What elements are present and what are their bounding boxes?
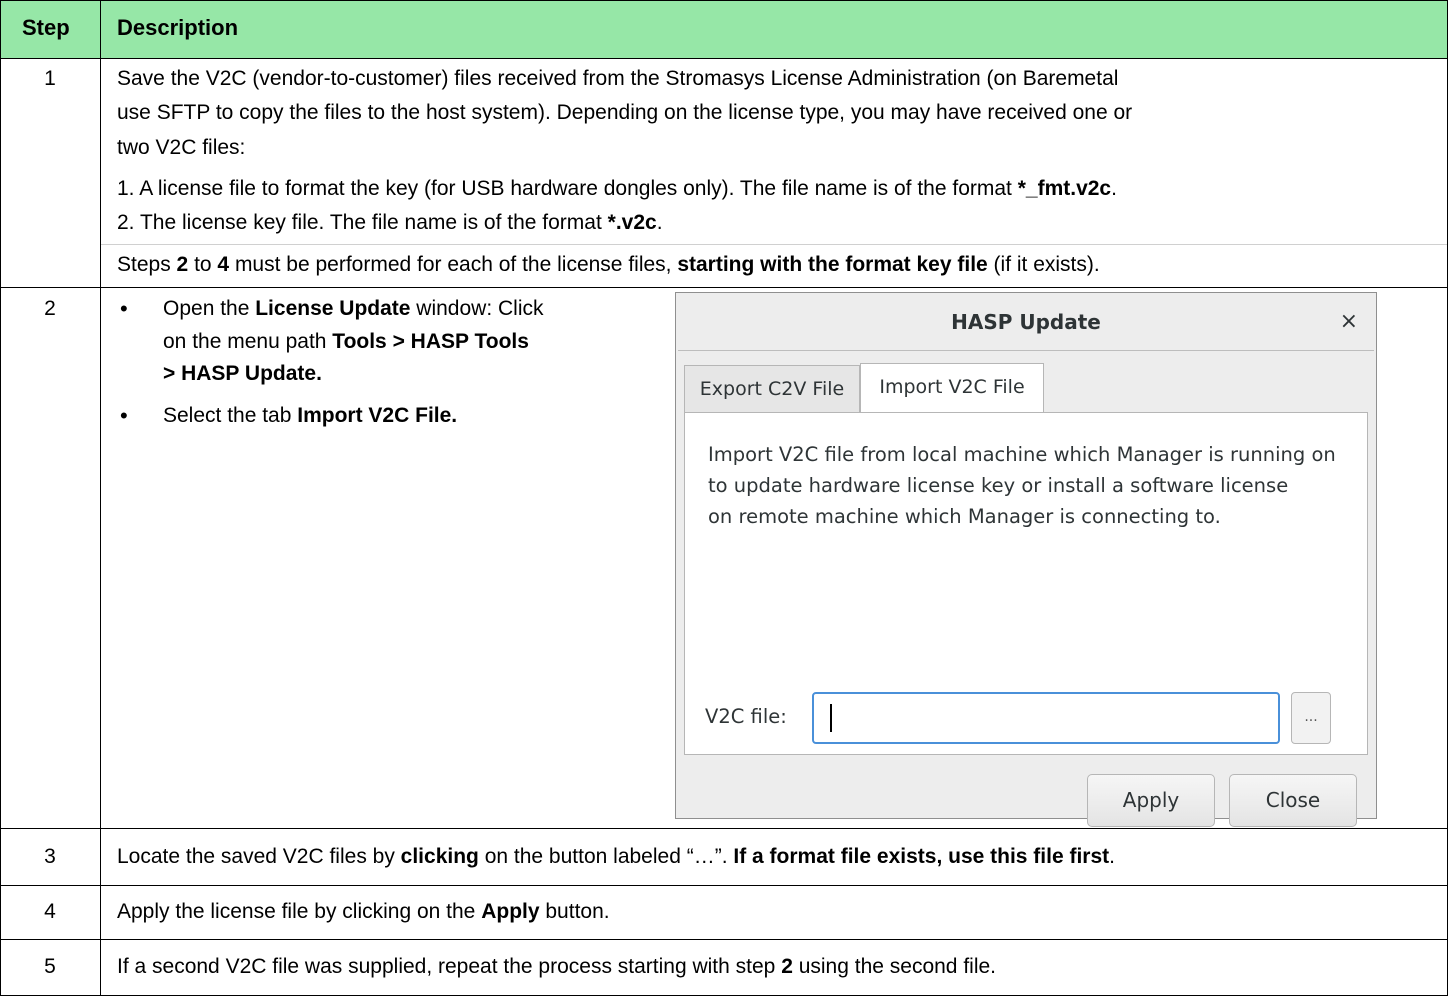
grid-line <box>0 287 1448 288</box>
step-2-bullet-1-line-1: Open the License Update window: Click <box>163 297 544 320</box>
step-1-line-1: Save the V2C (vendor-to-customer) files … <box>117 67 1119 90</box>
close-button[interactable]: Close <box>1229 774 1357 827</box>
step-2-bullet-2: Select the tab Import V2C File. <box>163 404 458 427</box>
browse-button[interactable]: ... <box>1291 692 1331 744</box>
apply-button[interactable]: Apply <box>1087 774 1215 827</box>
import-v2c-panel: Import V2C file from local machine which… <box>684 412 1368 755</box>
dialog-title: HASP Update <box>951 310 1101 334</box>
step-4-text: Apply the license file by clicking on th… <box>117 900 610 923</box>
step-1-line-3: two V2C files: <box>117 136 246 159</box>
step-2-bullet-1-line-3: > HASP Update. <box>163 362 322 385</box>
grid-line <box>100 0 101 996</box>
tab-export-c2v-file[interactable]: Export C2V File <box>684 365 860 413</box>
sub-divider <box>101 244 1447 245</box>
header-step: Step <box>22 15 70 40</box>
step-1-item-1: 1. A license file to format the key (for… <box>117 177 1117 200</box>
grid-line <box>0 0 1448 1</box>
panel-description-line-2: to update hardware license key or instal… <box>708 474 1289 497</box>
v2c-file-label: V2C file: <box>705 705 787 728</box>
grid-line <box>0 828 1448 829</box>
step-1-note: Steps 2 to 4 must be performed for each … <box>117 253 1100 276</box>
step-number: 2 <box>44 297 56 320</box>
title-separator <box>678 350 1374 351</box>
bullet-icon: • <box>120 296 128 321</box>
step-1-line-2: use SFTP to copy the files to the host s… <box>117 101 1133 124</box>
header-description: Description <box>117 15 239 40</box>
steps-table: Step Description 1 Save the V2C (vendor-… <box>0 0 1448 996</box>
panel-description-line-3: on remote machine which Manager is conne… <box>708 505 1221 528</box>
step-1-item-2: 2. The license key file. The file name i… <box>117 211 663 234</box>
panel-description-line-1: Import V2C file from local machine which… <box>708 443 1336 466</box>
bullet-icon: • <box>120 403 128 428</box>
tab-import-v2c-file[interactable]: Import V2C File <box>860 363 1044 413</box>
step-number: 5 <box>44 955 56 978</box>
step-number: 4 <box>44 900 56 923</box>
grid-line <box>0 58 1448 59</box>
step-number: 1 <box>44 67 56 90</box>
hasp-update-dialog: HASP Update × Export C2V File Import V2C… <box>675 292 1377 827</box>
step-3-text: Locate the saved V2C files by clicking o… <box>117 845 1115 868</box>
v2c-file-input[interactable] <box>812 692 1280 744</box>
text-caret <box>830 704 832 732</box>
grid-line <box>0 939 1448 940</box>
close-icon[interactable]: × <box>1340 309 1358 334</box>
grid-line <box>0 885 1448 886</box>
step-number: 3 <box>44 845 56 868</box>
step-2-bullet-1-line-2: on the menu path Tools > HASP Tools <box>163 330 529 353</box>
step-5-text: If a second V2C file was supplied, repea… <box>117 955 997 978</box>
